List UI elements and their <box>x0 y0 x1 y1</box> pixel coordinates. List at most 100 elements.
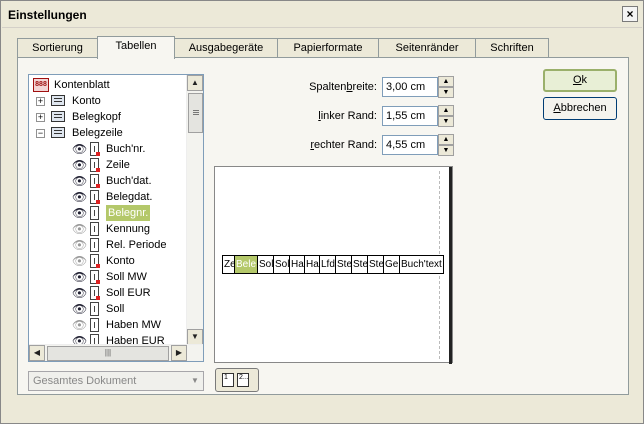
field-icon <box>90 318 99 332</box>
tree-label: Belegdat. <box>106 191 153 203</box>
table-preview: Ze Bele Sol Sol Ha Ha Lfd Ste Ste Ste Ge Buch'text <box>214 166 453 364</box>
preview-column[interactable]: Ste <box>367 255 384 274</box>
marker-icon <box>96 168 100 172</box>
tree-label: Konto <box>72 95 101 107</box>
preview-column[interactable]: Buch'text <box>399 255 444 274</box>
spin-down-icon[interactable]: ▼ <box>438 116 454 127</box>
spaltenbreite-label: Spaltenbreite: <box>309 81 377 93</box>
linker-rand-input[interactable]: 1,55 cm <box>382 106 438 126</box>
preview-column[interactable]: Sol <box>273 255 290 274</box>
tab-ausgabegeraete[interactable]: Ausgabegeräte <box>174 38 278 58</box>
eye-hidden-icon[interactable]: 👁 <box>72 319 87 331</box>
field-icon <box>90 238 99 252</box>
eye-icon[interactable]: 👁 <box>72 303 87 315</box>
scroll-down-button[interactable]: ▼ <box>187 329 203 345</box>
field-icon <box>90 206 99 220</box>
linker-rand-spinner[interactable]: ▲ ▼ <box>438 105 454 127</box>
eye-icon[interactable]: 👁 <box>72 207 87 219</box>
rechter-rand-label: rechter Rand: <box>310 139 377 151</box>
eye-icon[interactable]: 👁 <box>72 271 87 283</box>
ok-button[interactable]: Ok <box>543 69 617 92</box>
field-icon <box>90 222 99 236</box>
tab-schriften[interactable]: Schriften <box>475 38 549 58</box>
preview-column[interactable]: Ste <box>335 255 352 274</box>
eye-icon[interactable]: 👁 <box>72 159 87 171</box>
linker-rand-label: linker Rand: <box>318 110 377 122</box>
page-edge <box>449 167 452 364</box>
preview-column[interactable]: Ha <box>289 255 305 274</box>
field-tree[interactable]: 888 Kontenblatt + Konto + Belegkopf − Be… <box>28 74 204 362</box>
tree-label: Rel. Periode <box>106 239 167 251</box>
preview-column[interactable]: Sol <box>257 255 274 274</box>
tree-label: Kennung <box>106 223 151 235</box>
preview-columns: Ze Bele Sol Sol Ha Ha Lfd Ste Ste Ste Ge Buch'text <box>222 255 444 274</box>
tab-tabellen[interactable]: Tabellen <box>97 36 175 59</box>
marker-icon <box>96 152 100 156</box>
eye-icon[interactable]: 👁 <box>72 191 87 203</box>
eye-icon[interactable]: 👁 <box>72 287 87 299</box>
tree-vertical-scrollbar[interactable]: ▲ ▼ <box>186 75 203 345</box>
tab-seitenraender[interactable]: Seitenränder <box>378 38 476 58</box>
tab-papierformate[interactable]: Papierformate <box>277 38 379 58</box>
spin-down-icon[interactable]: ▼ <box>438 87 454 98</box>
collapse-icon[interactable]: − <box>36 129 45 138</box>
scroll-right-button[interactable]: ▶ <box>171 345 187 361</box>
tree-label: Kontenblatt <box>54 79 110 91</box>
eye-hidden-icon[interactable]: 👁 <box>72 223 87 235</box>
title-bar: Einstellungen × <box>2 2 642 28</box>
settings-dialog: Einstellungen × Sortierung Tabellen Ausg… <box>0 0 644 424</box>
tree-label: Zeile <box>106 159 130 171</box>
list-icon <box>51 95 65 106</box>
eye-icon[interactable]: 👁 <box>72 175 87 187</box>
expand-icon[interactable]: + <box>36 97 45 106</box>
page-one-icon: 1 <box>222 373 234 387</box>
close-button[interactable]: × <box>622 6 638 22</box>
eye-icon[interactable]: 👁 <box>72 143 87 155</box>
chevron-down-icon[interactable]: ▼ <box>187 372 203 390</box>
tree-label: Soll EUR <box>106 287 151 299</box>
tree-label: Belegkopf <box>72 111 121 123</box>
spin-down-icon[interactable]: ▼ <box>438 145 454 156</box>
marker-icon <box>96 184 100 188</box>
marker-icon <box>96 280 100 284</box>
field-icon <box>90 302 99 316</box>
tree-label: Belegnr. <box>106 205 151 221</box>
tree-label: Buch'nr. <box>106 143 146 155</box>
scope-dropdown-value: Gesamtes Dokument <box>33 375 137 387</box>
spin-up-icon[interactable]: ▲ <box>438 76 454 87</box>
list-icon <box>51 127 65 138</box>
eye-hidden-icon[interactable]: 👁 <box>72 239 87 251</box>
horizontal-scroll-thumb[interactable]: ||| <box>47 346 169 361</box>
spaltenbreite-spinner[interactable]: ▲ ▼ <box>438 76 454 98</box>
tree-label: Haben MW <box>106 319 162 331</box>
tree-label: Soll MW <box>106 271 147 283</box>
eye-hidden-icon[interactable]: 👁 <box>72 255 87 267</box>
spin-up-icon[interactable]: ▲ <box>438 105 454 116</box>
book-icon: 888 <box>33 78 49 92</box>
preview-column[interactable]: Ge <box>383 255 400 274</box>
cancel-button[interactable]: Abbrechen <box>543 97 617 120</box>
preview-column[interactable]: Bele <box>234 255 258 274</box>
tree-horizontal-scrollbar[interactable]: ◀ ||| ▶ <box>29 344 203 361</box>
preview-column[interactable]: Ste <box>351 255 368 274</box>
list-icon <box>51 111 65 122</box>
preview-column[interactable]: Lfd <box>319 255 336 274</box>
rechter-rand-spinner[interactable]: ▲ ▼ <box>438 134 454 156</box>
rechter-rand-input[interactable]: 4,55 cm <box>382 135 438 155</box>
marker-icon <box>96 200 100 204</box>
expand-icon[interactable]: + <box>36 113 45 122</box>
scroll-left-button[interactable]: ◀ <box>29 345 45 361</box>
tab-sortierung[interactable]: Sortierung <box>17 38 98 58</box>
marker-icon <box>96 296 100 300</box>
tree-label: Konto <box>106 255 135 267</box>
scroll-up-button[interactable]: ▲ <box>187 75 203 91</box>
page-multi-icon: 2... <box>237 373 249 387</box>
window-title: Einstellungen <box>8 8 87 22</box>
marker-icon <box>96 264 100 268</box>
scroll-thumb[interactable] <box>188 93 203 133</box>
page-layout-button[interactable]: 1 2... <box>215 368 259 392</box>
scope-dropdown[interactable]: Gesamtes Dokument ▼ <box>28 371 204 391</box>
spin-up-icon[interactable]: ▲ <box>438 134 454 145</box>
spaltenbreite-input[interactable]: 3,00 cm <box>382 77 438 97</box>
preview-column[interactable]: Ha <box>304 255 320 274</box>
